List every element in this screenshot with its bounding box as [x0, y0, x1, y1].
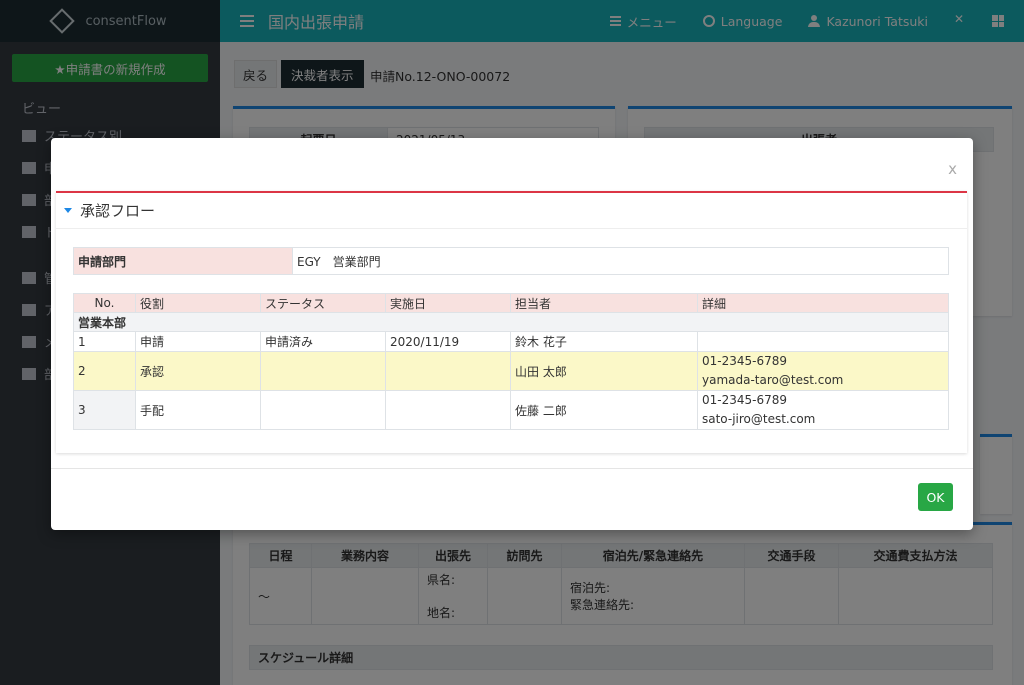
cell-status: 申請済み — [260, 331, 386, 352]
col-status: ステータス — [260, 293, 386, 313]
approval-flow-table: No. 役割 ステータス 実施日 担当者 詳細 営業本部 1 申請 申請済み 2… — [73, 293, 949, 430]
approval-flow-panel: 承認フロー 申請部門 EGY 営業部門 No. 役割 ステータス 実施日 担当者… — [56, 191, 967, 453]
cell-detail: 01-2345-6789 yamada-taro@test.com — [697, 351, 949, 391]
cell-no: 3 — [73, 390, 136, 430]
caret-down-icon — [64, 208, 72, 213]
cell-person: 鈴木 花子 — [510, 331, 698, 352]
table-row: 2 承認 山田 太郎 01-2345-6789 yamada-taro@test… — [73, 351, 949, 391]
close-icon[interactable]: x — [948, 160, 957, 178]
detail-phone: 01-2345-6789 — [702, 393, 788, 407]
detail-email: sato-jiro@test.com — [702, 412, 816, 426]
ok-button[interactable]: OK — [918, 483, 953, 511]
col-no: No. — [73, 293, 136, 313]
dept-value: EGY 営業部門 — [292, 247, 949, 275]
detail-phone: 01-2345-6789 — [702, 354, 788, 368]
cell-person: 山田 太郎 — [510, 351, 698, 391]
dept-label: 申請部門 — [73, 247, 293, 275]
panel-title: 承認フロー — [80, 202, 156, 220]
group-row: 営業本部 — [73, 312, 949, 332]
cell-no: 2 — [73, 351, 136, 391]
cell-role: 手配 — [135, 390, 261, 430]
cell-no: 1 — [73, 331, 136, 352]
cell-status — [260, 351, 386, 391]
detail-email: yamada-taro@test.com — [702, 373, 844, 387]
col-detail: 詳細 — [697, 293, 949, 313]
approval-flow-modal: x 承認フロー 申請部門 EGY 営業部門 No. 役割 ステータス 実施日 担… — [51, 138, 973, 530]
department-table: 申請部門 EGY 営業部門 — [73, 247, 949, 275]
table-row: 1 申請 申請済み 2020/11/19 鈴木 花子 — [73, 331, 949, 352]
cell-person: 佐藤 二郎 — [510, 390, 698, 430]
group-label: 営業本部 — [73, 312, 949, 332]
modal-footer-divider — [51, 468, 973, 469]
cell-date — [385, 390, 511, 430]
cell-status — [260, 390, 386, 430]
cell-role: 承認 — [135, 351, 261, 391]
col-role: 役割 — [135, 293, 261, 313]
panel-header[interactable]: 承認フロー — [56, 193, 967, 229]
cell-role: 申請 — [135, 331, 261, 352]
table-row: 3 手配 佐藤 二郎 01-2345-6789 sato-jiro@test.c… — [73, 390, 949, 430]
col-date: 実施日 — [385, 293, 511, 313]
cell-date: 2020/11/19 — [385, 331, 511, 352]
cell-detail — [697, 331, 949, 352]
cell-detail: 01-2345-6789 sato-jiro@test.com — [697, 390, 949, 430]
cell-date — [385, 351, 511, 391]
col-person: 担当者 — [510, 293, 698, 313]
